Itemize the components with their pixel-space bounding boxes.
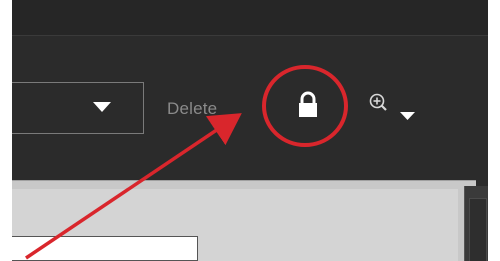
name-input[interactable] [12, 236, 198, 261]
lock-icon[interactable] [297, 91, 319, 119]
zoom-in-icon[interactable] [368, 92, 424, 126]
title-bar [12, 0, 488, 36]
delete-button[interactable]: Delete [167, 99, 217, 119]
layer-dropdown[interactable] [12, 82, 144, 134]
chevron-down-icon[interactable] [93, 102, 111, 112]
side-scroll-strip[interactable] [464, 186, 488, 261]
app-window: Delete [12, 0, 488, 261]
scrollbar-track[interactable] [469, 198, 487, 261]
